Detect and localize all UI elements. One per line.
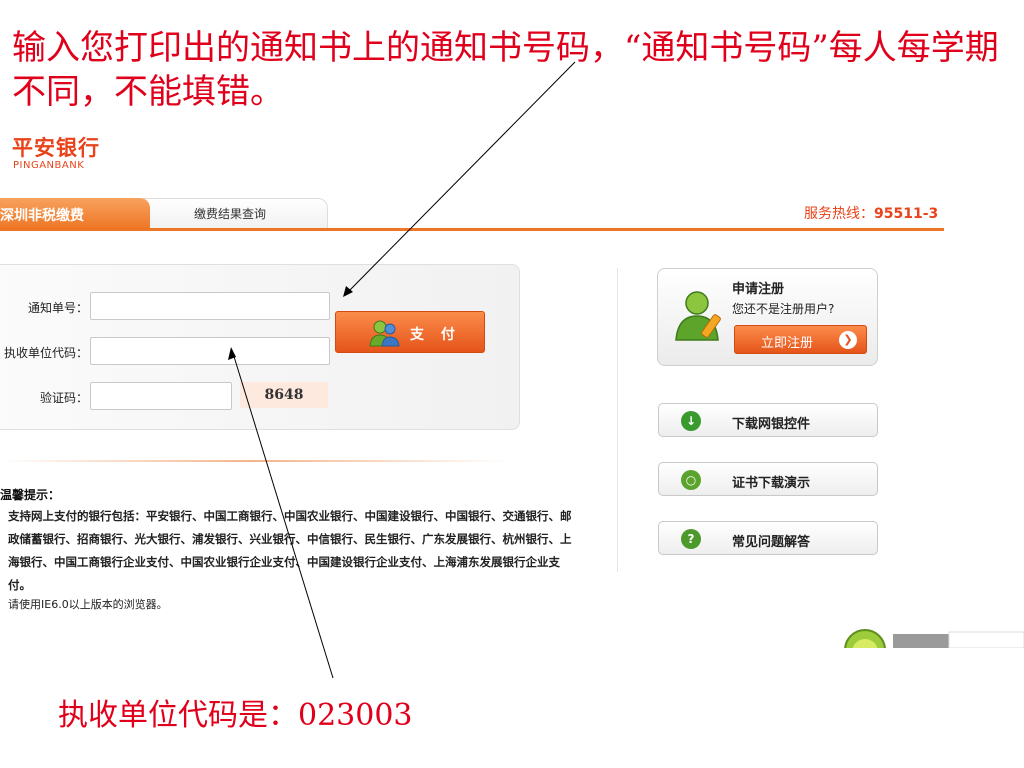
annotation-top-note: 输入您打印出的通知书上的通知书号码，“通知书号码”每人每学期不同，不能填错。 bbox=[12, 28, 999, 112]
annotation-bottom-note: 执收单位代码是：023003 bbox=[58, 698, 413, 733]
faq-label: 常见问题解答 bbox=[732, 535, 811, 550]
arrow-right-icon: ❯ bbox=[839, 331, 857, 349]
pay-button[interactable]: 支 付 bbox=[335, 311, 485, 353]
certificate-demo-label: 证书下载演示 bbox=[732, 476, 811, 491]
pay-button-label: 支 付 bbox=[410, 327, 461, 343]
certificate-demo-button[interactable]: ○ 证书下载演示 bbox=[658, 462, 878, 496]
unit-code-input[interactable] bbox=[90, 337, 330, 365]
help-icon: ? bbox=[681, 529, 701, 549]
unit-code-label: 执收单位代码： bbox=[3, 346, 88, 360]
notice-title: 温馨提示： bbox=[0, 488, 61, 502]
tab-payment-result-query[interactable]: 缴费结果查询 bbox=[132, 198, 328, 228]
download-control-button[interactable]: ↓ 下载网银控件 bbox=[658, 403, 878, 437]
register-title: 申请注册 bbox=[732, 282, 785, 297]
captcha-label: 验证码： bbox=[39, 391, 88, 405]
download-icon: ↓ bbox=[681, 411, 701, 431]
tab-underline bbox=[0, 228, 944, 231]
notice-number-input[interactable] bbox=[90, 292, 330, 320]
register-now-button[interactable]: 立即注册 ❯ bbox=[734, 325, 867, 354]
captcha-image[interactable]: 8648 bbox=[240, 382, 328, 408]
register-button-label: 立即注册 bbox=[761, 336, 814, 351]
register-subtitle: 您还不是注册用户? bbox=[732, 302, 835, 316]
bank-logo-name: 平安银行 bbox=[12, 136, 100, 160]
notice-body: 支持网上支付的银行包括：平安银行、中国工商银行、中国农业银行、中国建设银行、中国… bbox=[8, 509, 572, 592]
faq-button[interactable]: ? 常见问题解答 bbox=[658, 521, 878, 555]
captcha-input[interactable] bbox=[90, 382, 232, 410]
column-divider bbox=[617, 268, 618, 572]
floating-service-widget[interactable] bbox=[835, 628, 1024, 648]
browser-tip: 请使用IE6.0以上版本的浏览器。 bbox=[8, 598, 168, 611]
service-hotline: 服务热线：95511-3 bbox=[804, 203, 938, 223]
users-icon bbox=[369, 320, 400, 347]
user-edit-icon bbox=[675, 291, 721, 341]
bank-logo-english: PINGANBANK bbox=[13, 160, 85, 171]
search-icon: ○ bbox=[681, 470, 701, 490]
notice-divider bbox=[0, 460, 508, 462]
notice-number-label: 通知单号： bbox=[27, 301, 88, 315]
tab-label: 深圳非税缴费 bbox=[0, 208, 84, 224]
hotline-number: 95511-3 bbox=[874, 206, 939, 222]
hotline-label: 服务热线： bbox=[804, 206, 874, 222]
download-control-label: 下载网银控件 bbox=[732, 417, 811, 432]
tab-label: 缴费结果查询 bbox=[193, 207, 266, 221]
tab-shenzhen-non-tax-payment[interactable]: 深圳非税缴费 bbox=[0, 198, 150, 230]
